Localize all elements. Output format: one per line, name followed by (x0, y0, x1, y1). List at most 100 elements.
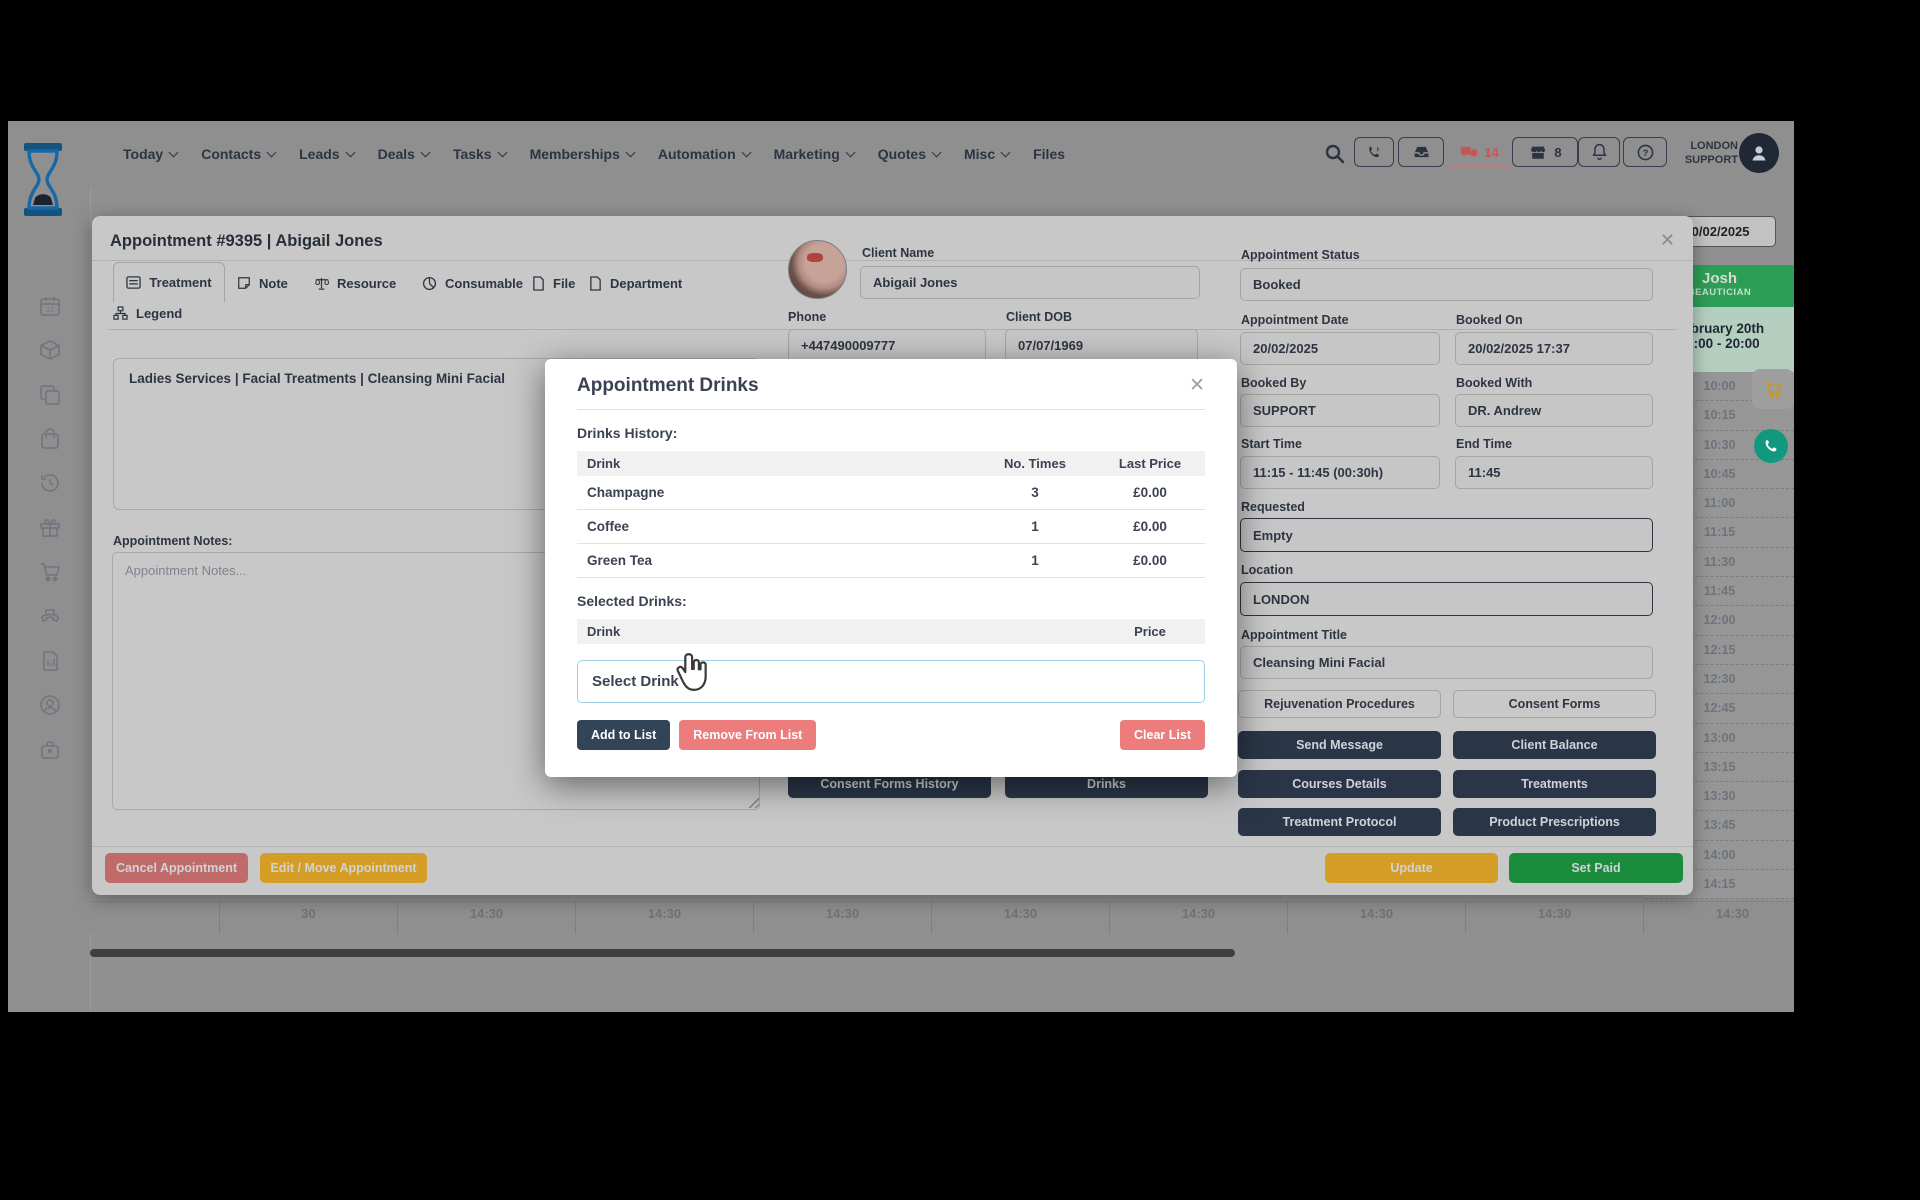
nav-item[interactable]: Quotes (878, 146, 940, 162)
nav-item[interactable]: Leads (299, 146, 353, 162)
divider (92, 846, 1693, 847)
notifications-button[interactable] (1578, 137, 1620, 167)
resize-handle[interactable] (748, 797, 759, 808)
client-name-field[interactable]: Abigail Jones (860, 266, 1200, 299)
dob-field[interactable]: 07/07/1969 (1005, 329, 1198, 362)
sidebar-history-icon[interactable] (38, 471, 62, 495)
tab-consumable[interactable]: Consumable (422, 266, 523, 300)
sidebar-shop-bag-icon[interactable] (38, 427, 62, 451)
calendar-cell[interactable]: 14:30 (576, 902, 754, 934)
edit-move-appointment-button[interactable]: Edit / Move Appointment (260, 853, 427, 883)
client-balance-button[interactable]: Client Balance (1453, 731, 1656, 759)
calendar-cell[interactable]: 14:30 (1466, 902, 1644, 934)
search-icon[interactable] (1324, 143, 1346, 165)
gold-cart-icon (1762, 378, 1784, 400)
sidebar-phone-icon[interactable] (38, 604, 62, 628)
nav-item[interactable]: Misc (964, 146, 1009, 162)
calendar-cell[interactable]: 14:30 (1644, 902, 1794, 934)
sidebar-account-icon[interactable] (38, 693, 62, 717)
tab-note[interactable]: Note (237, 266, 288, 300)
inbox-button[interactable] (1398, 137, 1444, 167)
status-field[interactable]: Booked (1240, 268, 1653, 301)
pos-button[interactable]: 8 (1512, 137, 1578, 167)
calendar-cell[interactable]: 14:30 (932, 902, 1110, 934)
booked-on-field[interactable]: 20/02/2025 17:37 (1455, 332, 1653, 365)
calendar-menu-icon[interactable]: ⋮ (1790, 221, 1794, 230)
cart-float-button[interactable] (1752, 369, 1794, 409)
calendar-cell[interactable]: 14:30 (1110, 902, 1288, 934)
select-drink-dropdown[interactable]: Select Drink (577, 660, 1205, 703)
booked-by-field[interactable]: SUPPORT (1240, 394, 1440, 427)
nav-item[interactable]: Contacts (201, 146, 275, 162)
product-prescriptions-button[interactable]: Product Prescriptions (1453, 808, 1656, 836)
call-float-button[interactable] (1754, 429, 1788, 463)
client-photo[interactable] (788, 240, 847, 299)
tab-file[interactable]: File (532, 266, 575, 300)
booked-with-field[interactable]: DR. Andrew (1455, 394, 1653, 427)
booked-by-label: Booked By (1241, 376, 1306, 390)
tab-treatment[interactable]: Treatment (113, 262, 225, 302)
sidebar-cart-icon[interactable] (38, 560, 62, 584)
file-icon (532, 276, 545, 291)
phone-field[interactable]: +447490009777 (788, 329, 986, 362)
calendar-cell[interactable]: 14:30 (754, 902, 932, 934)
modal-close-icon[interactable]: ✕ (1189, 374, 1205, 397)
tab-resource[interactable]: Resource (314, 266, 396, 300)
sidebar-report-icon[interactable] (38, 649, 62, 673)
date-field[interactable]: 20/02/2025 (1240, 332, 1440, 365)
end-time-field[interactable]: 11:45 (1455, 456, 1653, 489)
start-time-field[interactable]: 11:15 - 11:45 (00:30h) (1240, 456, 1440, 489)
modal-title: Appointment Drinks (577, 375, 759, 397)
sidebar-package-icon[interactable] (38, 338, 62, 362)
consent-forms-button[interactable]: Consent Forms (1453, 690, 1656, 718)
phone-button[interactable] (1354, 137, 1394, 167)
booked-with-label: Booked With (1456, 376, 1532, 390)
help-button[interactable]: ? (1623, 137, 1667, 167)
clear-list-button[interactable]: Clear List (1120, 720, 1205, 750)
window-close-icon[interactable]: ✕ (1660, 230, 1675, 251)
divider (92, 260, 1693, 261)
sidebar-briefcase-icon[interactable] (38, 738, 62, 762)
nav-item[interactable]: Memberships (530, 146, 634, 162)
location-field[interactable]: LONDON (1240, 582, 1653, 616)
chat-button[interactable]: 14 (1445, 137, 1513, 167)
requested-field[interactable]: Empty (1240, 518, 1653, 552)
send-message-button[interactable]: Send Message (1238, 731, 1441, 759)
table-row: Green Tea 1 £0.00 (577, 543, 1205, 577)
nav-item[interactable]: Marketing (774, 146, 854, 162)
tab-legend[interactable]: Legend (113, 306, 182, 321)
nav-item[interactable]: Automation (658, 146, 750, 162)
sidebar-calendar-icon[interactable]: 12 (38, 294, 62, 318)
selected-drinks-table: Drink Price (577, 619, 1205, 644)
add-to-list-button[interactable]: Add to List (577, 720, 670, 750)
table-header: Drink Price (577, 619, 1205, 644)
note-icon (237, 276, 251, 290)
calendar-cell[interactable]: 30 (220, 902, 398, 934)
calendar-cell[interactable]: 14:30 (1288, 902, 1466, 934)
app-logo-hourglass-icon[interactable] (22, 143, 64, 216)
appointment-drinks-modal: Appointment Drinks ✕ Drinks History: Dri… (545, 359, 1237, 777)
phone-icon (1366, 144, 1383, 161)
set-paid-button[interactable]: Set Paid (1509, 853, 1683, 883)
calendar-cell[interactable]: 14:30 (398, 902, 576, 934)
nav-item[interactable]: Today (123, 146, 177, 162)
user-avatar[interactable] (1739, 133, 1779, 173)
cancel-appointment-button[interactable]: Cancel Appointment (105, 853, 248, 883)
calendar-cell-empty (90, 902, 220, 934)
nav-item[interactable]: Files (1033, 146, 1079, 162)
sidebar-gift-icon[interactable] (38, 515, 62, 539)
appointment-title-field[interactable]: Cleansing Mini Facial (1240, 646, 1653, 679)
horizontal-scrollbar[interactable] (90, 949, 1235, 957)
nav-item[interactable]: Tasks (453, 146, 506, 162)
nav-item[interactable]: Deals (378, 146, 429, 162)
rejuvenation-procedures-button[interactable]: Rejuvenation Procedures (1238, 690, 1441, 718)
svg-text:12: 12 (46, 307, 54, 314)
courses-details-button[interactable]: Courses Details (1238, 770, 1441, 798)
remove-from-list-button[interactable]: Remove From List (679, 720, 816, 750)
update-button[interactable]: Update (1325, 853, 1498, 883)
sidebar-copy-icon[interactable] (38, 383, 62, 407)
calendar-bottom-row: 3014:3014:3014:3014:3014:3014:3014:3014:… (90, 901, 1794, 934)
tab-department[interactable]: Department (589, 266, 682, 300)
treatment-protocol-button[interactable]: Treatment Protocol (1238, 808, 1441, 836)
treatments-button[interactable]: Treatments (1453, 770, 1656, 798)
